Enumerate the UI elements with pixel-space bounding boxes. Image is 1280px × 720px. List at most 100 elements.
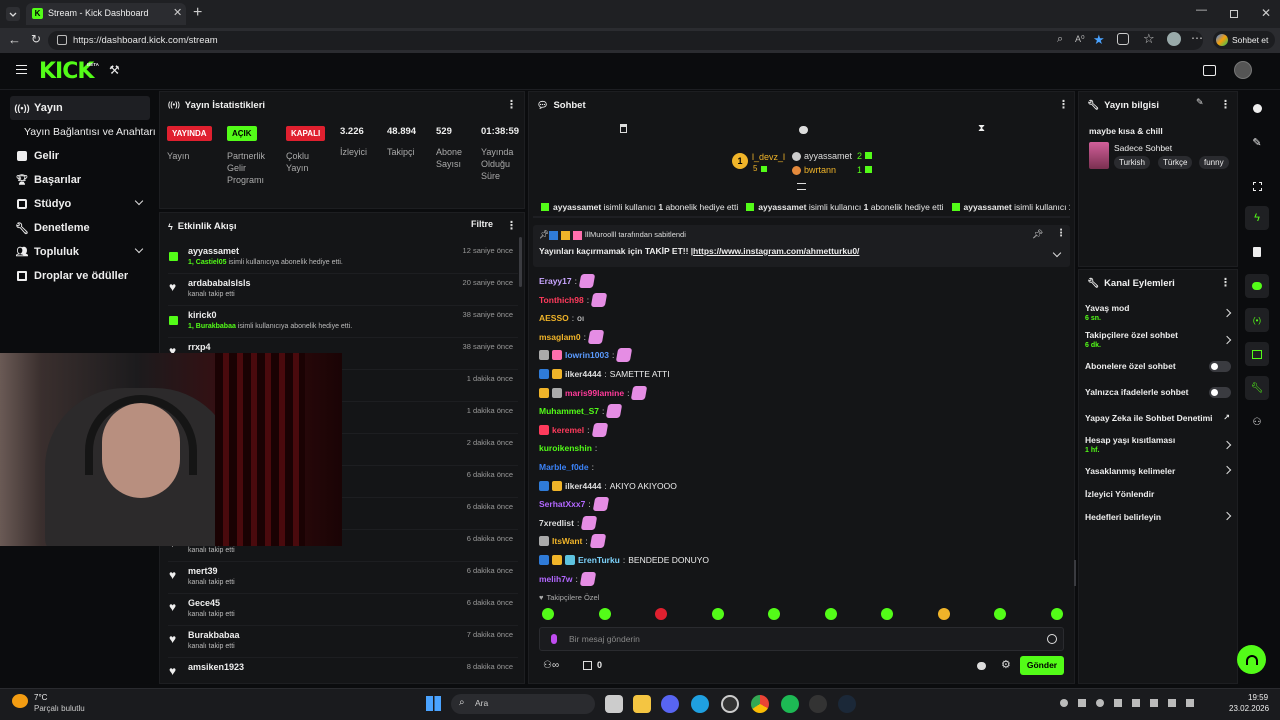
emoji-icon[interactable] <box>1047 634 1057 644</box>
subs-only-toggle[interactable] <box>1209 361 1231 372</box>
creator-studio-icon[interactable] <box>1203 65 1216 76</box>
more-options-icon[interactable]: ⋮ <box>1220 98 1231 111</box>
kick-logo[interactable]: KICK <box>39 59 94 84</box>
chat-username[interactable]: Erayy17 <box>539 276 572 286</box>
chat-username[interactable]: AESSO <box>539 313 569 323</box>
scrollbar[interactable] <box>1074 560 1076 586</box>
activity-user[interactable]: ardababalslsls <box>188 278 251 288</box>
favorites-icon[interactable]: ☆ <box>1143 31 1155 47</box>
unpin-icon[interactable]: 📌︎ <box>1032 229 1043 240</box>
pinned-link[interactable]: https://www.instagram.com/ahmetturku0/ <box>693 246 859 256</box>
activity-user[interactable]: Burakbabaa <box>188 630 240 640</box>
stream-tag[interactable]: funny <box>1199 156 1229 169</box>
set-goals-row[interactable]: Hedefleri belirleyin <box>1085 511 1232 522</box>
lightning-icon[interactable]: ϟ <box>1245 206 1269 230</box>
more-options-icon[interactable]: ⋮ <box>1056 228 1066 239</box>
quick-emote[interactable] <box>768 608 780 620</box>
discord-icon[interactable] <box>661 695 679 713</box>
sidebar-item-droplar[interactable]: Droplar ve ödüller <box>10 264 150 288</box>
chat-username[interactable]: ilker4444 <box>565 369 601 379</box>
stream-tag[interactable]: Turkish <box>1114 156 1150 169</box>
extensions-icon[interactable] <box>1117 33 1129 45</box>
chat-username[interactable]: lowrin1003 <box>565 350 609 360</box>
edit-icon[interactable]: ✎ <box>1196 97 1204 108</box>
zoom-icon[interactable]: ⌕ <box>1057 33 1063 46</box>
steam-icon[interactable] <box>838 695 856 713</box>
filter-button[interactable]: Filtre <box>471 219 493 229</box>
site-info-icon[interactable] <box>57 35 67 45</box>
notes-icon[interactable] <box>1245 240 1269 264</box>
banned-words-row[interactable]: Yasaklanmış kelimeler <box>1085 465 1232 476</box>
trash-icon[interactable] <box>620 124 627 133</box>
quick-emote[interactable] <box>994 608 1006 620</box>
spotify-icon[interactable] <box>781 695 799 713</box>
chrome-icon[interactable] <box>751 695 769 713</box>
chat-settings-bubble-icon[interactable] <box>977 662 986 670</box>
favorite-star-icon[interactable]: ★ <box>1093 32 1105 48</box>
app-icon[interactable] <box>809 695 827 713</box>
menu-icon[interactable] <box>16 65 27 74</box>
sidebar-item-yayin[interactable]: ((•)) Yayın <box>10 96 150 120</box>
avatar[interactable] <box>1234 61 1252 79</box>
chat-input[interactable]: Bir mesaj gönderin <box>539 627 1064 651</box>
quick-emote[interactable] <box>711 608 724 620</box>
mic-icon[interactable] <box>551 634 557 644</box>
task-view-icon[interactable] <box>605 695 623 713</box>
activity-user[interactable]: kirick0 <box>188 310 217 320</box>
taskbar-search[interactable]: ⌕ Ara <box>451 694 595 714</box>
chat-username[interactable]: melih7w <box>539 574 573 584</box>
chat-username[interactable]: Marble_f0de <box>539 462 589 472</box>
quick-emote[interactable] <box>542 608 554 620</box>
expand-leaderboard-icon[interactable] <box>797 183 806 190</box>
weather-desc[interactable]: Parçalı bulutlu <box>34 704 85 713</box>
more-icon[interactable]: ⋯ <box>1191 31 1203 45</box>
obs-icon[interactable] <box>721 695 739 713</box>
tray-icons[interactable] <box>1060 699 1220 709</box>
capture-icon[interactable] <box>1245 174 1269 198</box>
quick-emote[interactable] <box>598 608 611 620</box>
chat-username[interactable]: maris99lamine <box>565 388 624 398</box>
maximize-icon[interactable] <box>1230 10 1238 18</box>
activity-user[interactable]: Gece45 <box>188 598 220 608</box>
more-options-icon[interactable]: ⋮ <box>506 98 517 111</box>
broadcast-icon[interactable]: (•) <box>1245 308 1269 332</box>
community-icon[interactable]: ⚇ <box>1245 410 1269 434</box>
sidebar-item-studyo[interactable]: Stüdyo <box>10 192 150 216</box>
chat-username[interactable]: ErenTurku <box>578 555 620 565</box>
hourglass-icon[interactable]: ⧗ <box>978 123 985 134</box>
info-icon[interactable] <box>1245 96 1269 120</box>
account-age-row[interactable]: Hesap yaşı kısıtlaması 1 hf. <box>1085 435 1232 454</box>
minimize-icon[interactable]: — <box>1196 4 1207 16</box>
quick-emote[interactable] <box>937 608 950 620</box>
chat-username[interactable]: 7xredlist <box>539 518 574 528</box>
clock-time[interactable]: 19:59 <box>1248 693 1268 702</box>
chat-username[interactable]: Tonthich98 <box>539 295 584 305</box>
chat-username[interactable]: keremel <box>552 425 584 435</box>
emote-only-toggle[interactable] <box>1209 387 1231 398</box>
clock-date[interactable]: 23.02.2026 <box>1229 704 1269 713</box>
file-explorer-icon[interactable] <box>633 695 651 713</box>
quick-emote[interactable] <box>655 608 667 620</box>
help-button[interactable] <box>1237 645 1266 674</box>
quick-emote[interactable] <box>824 608 837 620</box>
browser-tab[interactable]: K Stream - Kick Dashboard ✕ <box>26 3 186 25</box>
chat-icon[interactable] <box>1245 274 1269 298</box>
reload-icon[interactable]: ↻ <box>31 32 41 46</box>
chat-username[interactable]: ItsWant <box>552 536 582 546</box>
chat-bubble-icon[interactable] <box>799 126 808 134</box>
more-options-icon[interactable]: ⋮ <box>1220 276 1231 289</box>
weather-icon[interactable] <box>12 694 28 708</box>
community-icon[interactable]: ⚇∞ <box>543 660 559 671</box>
chevron-down-icon[interactable] <box>1052 248 1062 258</box>
hammer-icon[interactable]: ⚒ <box>109 63 120 77</box>
read-aloud-icon[interactable]: A⁰ <box>1075 34 1085 45</box>
back-icon[interactable]: ← <box>8 32 21 47</box>
more-options-icon[interactable]: ⋮ <box>506 219 517 232</box>
chat-username[interactable]: ilker4444 <box>565 481 601 491</box>
wrench-icon[interactable]: 🔧︎ <box>1245 376 1269 400</box>
gear-icon[interactable]: ⚙ <box>1001 658 1011 671</box>
avatar[interactable] <box>1167 32 1181 46</box>
sidebar-item-stream-key[interactable]: Yayın Bağlantısı ve Anahtarı <box>24 120 156 144</box>
activity-user[interactable]: rrxp4 <box>188 342 211 352</box>
edit-icon[interactable]: ✎ <box>1245 130 1269 154</box>
